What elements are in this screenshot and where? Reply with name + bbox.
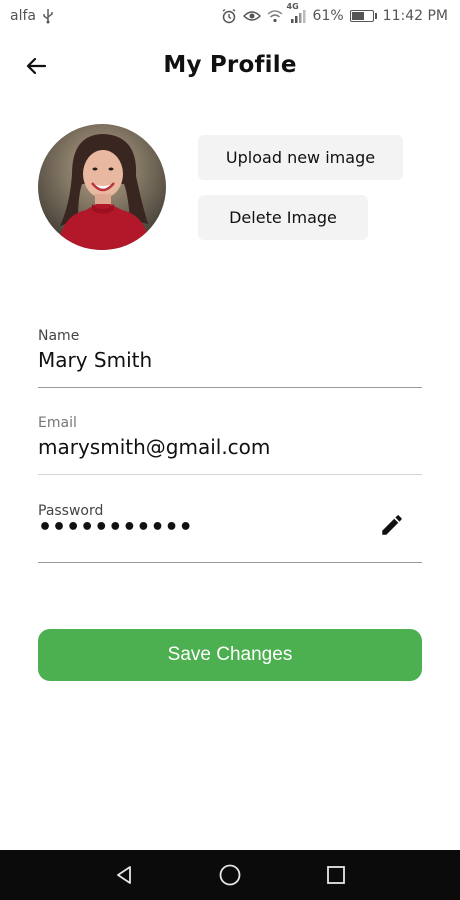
app-header: My Profile — [0, 44, 460, 88]
battery-fill — [351, 12, 364, 20]
name-label: Name — [38, 328, 80, 344]
battery-percent: 61% — [312, 8, 344, 24]
pencil-icon[interactable] — [378, 511, 406, 539]
usb-icon — [42, 8, 54, 24]
signal-icon: 4G — [287, 2, 307, 24]
status-left: alfa — [10, 8, 54, 24]
password-field[interactable]: Password ••••••••••• — [38, 503, 422, 563]
wifi-icon — [267, 9, 283, 23]
square-recents-icon[interactable] — [323, 862, 349, 888]
name-field[interactable]: Name Mary Smith — [38, 328, 422, 388]
name-value[interactable]: Mary Smith — [38, 348, 422, 372]
carrier-label: alfa — [10, 8, 36, 24]
save-changes-button[interactable]: Save Changes — [38, 629, 422, 681]
status-bar: alfa 4G 61% 11:42 PM — [0, 0, 460, 32]
system-nav-bar — [0, 850, 460, 900]
battery-icon — [349, 10, 377, 22]
eye-comfort-icon — [242, 9, 261, 23]
upload-image-button[interactable]: Upload new image — [198, 135, 403, 180]
network-type-label: 4G — [286, 2, 299, 11]
profile-avatar — [38, 124, 166, 250]
delete-image-button[interactable]: Delete Image — [198, 195, 368, 240]
password-value[interactable]: ••••••••••• — [38, 515, 422, 540]
triangle-back-icon[interactable] — [111, 862, 137, 888]
email-label: Email — [38, 415, 77, 431]
alarm-icon — [221, 8, 237, 24]
email-value[interactable]: marysmith@gmail.com — [38, 435, 422, 459]
clock: 11:42 PM — [382, 8, 448, 24]
page-title: My Profile — [163, 52, 297, 78]
circle-home-icon[interactable] — [217, 862, 243, 888]
status-right: 4G 61% 11:42 PM — [221, 2, 448, 24]
email-field[interactable]: Email marysmith@gmail.com — [38, 415, 422, 475]
